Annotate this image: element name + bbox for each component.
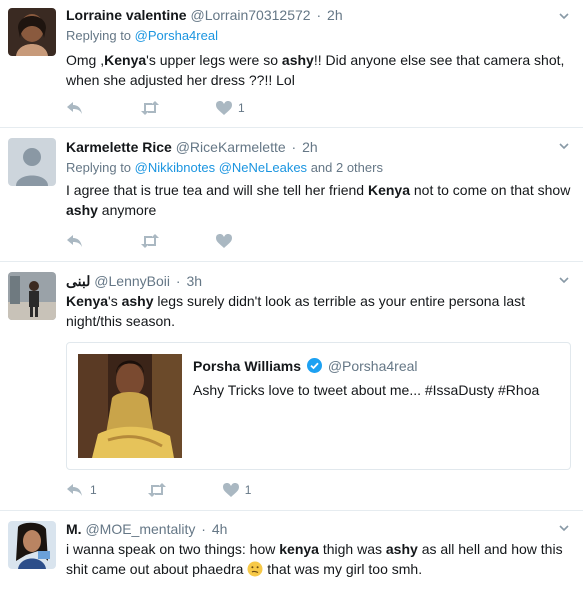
replying-to-handle-1[interactable]: @Nikkibnotes [135,160,215,175]
replying-to-handle-2[interactable]: @NeNeLeakes [219,160,307,175]
like-count: 1 [244,483,252,497]
tweet-header: لبنى @LennyBoii · 3h [66,272,571,290]
replying-to-others[interactable]: and 2 others [311,160,383,175]
tweet-text-before-emoji: shit came out about phaedra [66,561,244,577]
separator-dot: · [316,7,322,23]
avatar-moe-mentality[interactable] [8,521,56,569]
tweet-3[interactable]: لبنى @LennyBoii · 3h Kenya's ashy legs s… [0,262,583,511]
quoted-tweet-text: Ashy Tricks love to tweet about me... #I… [193,382,540,398]
text-segment: not to come on that show [409,182,571,198]
reply-icon [67,102,82,114]
timestamp[interactable]: 2h [327,7,343,23]
chevron-down-icon[interactable] [557,273,571,287]
quoted-tweet-image[interactable] [78,354,182,458]
heart-icon [216,101,232,115]
highlighted-keyword: Kenya [66,293,109,309]
text-segment: anymore [97,202,157,218]
replying-to: Replying to @Porsha4real [66,28,571,44]
retweet-action[interactable] [140,234,166,248]
replying-to-label: Replying to [66,28,132,43]
tweet-header: Lorraine valentine @Lorrain70312572 · 2h [66,6,571,24]
chevron-down-icon[interactable] [557,9,571,23]
like-action[interactable]: 1 [216,101,245,115]
like-action[interactable]: 1 [222,483,252,497]
replying-to-label: Replying to [66,160,132,175]
display-name[interactable]: لبنى [66,273,90,289]
text-segment: as all hell and how this [417,541,563,557]
retweet-icon [141,234,159,248]
highlighted-keyword: ashy [121,293,154,309]
display-name[interactable]: Karmelette Rice [66,139,172,155]
separator-dot: · [201,521,206,537]
tweet-text-line-1: i wanna speak on two things: how kenya t… [66,539,571,559]
display-name[interactable]: M. [66,521,82,537]
quoted-tweet-body: Porsha Williams @Porsha4real Ashy Tricks… [193,357,539,399]
verified-badge-icon [306,358,322,373]
reply-action[interactable] [66,101,90,115]
timestamp[interactable]: 4h [212,521,228,537]
highlighted-keyword: ashy [281,52,314,68]
tweet-1[interactable]: Lorraine valentine @Lorrain70312572 · 2h… [0,0,583,128]
text-segment: Omg , [66,52,105,68]
retweet-action[interactable] [147,483,173,497]
separator-dot: · [175,273,181,289]
highlighted-keyword: Kenya [367,182,410,198]
quoted-user-handle[interactable]: @Porsha4real [328,358,418,374]
heart-icon [216,234,232,248]
tweet-text-after-emoji: that was my girl too smh. [267,561,423,577]
avatar-lennyboii[interactable] [8,272,56,320]
user-handle[interactable]: @RiceKarmelette [176,139,286,155]
reply-icon [67,484,82,496]
tweet-text: i wanna speak on two things: how kenya t… [66,539,571,579]
confused-face-emoji [247,561,263,577]
retweet-icon [147,483,166,497]
text-segment: thigh was [318,541,386,557]
tweet-actions [66,232,288,250]
avatar-lorraine[interactable] [8,8,56,56]
tweet-header: M. @MOE_mentality · 4h [66,520,571,538]
tweet-text-line-2: shit came out about phaedra that was my … [66,559,571,579]
highlighted-keyword: kenya [279,541,319,557]
highlighted-keyword: ashy [385,541,418,557]
reply-icon [67,235,82,247]
quoted-display-name[interactable]: Porsha Williams [193,358,301,374]
separator-dot: · [291,139,297,155]
tweet-2[interactable]: Karmelette Rice @RiceKarmelette · 2h Rep… [0,128,583,262]
like-count: 1 [238,101,245,115]
replying-to-handle[interactable]: @Porsha4real [135,28,218,43]
chevron-down-icon[interactable] [557,521,571,535]
reply-action[interactable] [66,234,90,248]
reply-count: 1 [90,483,97,497]
tweet-text: Kenya's ashy legs surely didn't look as … [66,291,571,331]
tweet-actions: 1 [66,99,295,117]
chevron-down-icon[interactable] [557,139,571,153]
tweet-4[interactable]: M. @MOE_mentality · 4h i wanna speak on … [0,511,583,593]
tweet-header: Karmelette Rice @RiceKarmelette · 2h [66,138,571,156]
tweet-feed: Lorraine valentine @Lorrain70312572 · 2h… [0,0,583,593]
text-segment: I agree that is true tea and will she te… [66,182,368,198]
text-segment: i wanna speak on two things: how [66,541,280,557]
tweet-text: Omg ,Kenya's upper legs were so ashy!! D… [66,50,571,90]
text-segment: 's [108,293,122,309]
timestamp[interactable]: 3h [186,273,202,289]
user-handle[interactable]: @Lorrain70312572 [190,7,310,23]
retweet-icon [141,101,159,115]
user-handle[interactable]: @LennyBoii [94,273,170,289]
reply-action[interactable]: 1 [66,483,97,497]
heart-icon [222,483,239,497]
like-action[interactable] [216,234,238,248]
replying-to: Replying to @Nikkibnotes @NeNeLeakes and… [66,160,571,176]
text-segment: 's upper legs were so [146,52,282,68]
highlighted-keyword: Kenya [104,52,147,68]
retweet-action[interactable] [140,101,166,115]
timestamp[interactable]: 2h [302,139,318,155]
highlighted-keyword: ashy [66,202,98,218]
quoted-tweet-header: Porsha Williams @Porsha4real [193,357,539,375]
user-handle[interactable]: @MOE_mentality [85,521,195,537]
display-name[interactable]: Lorraine valentine [66,7,187,23]
quoted-tweet[interactable]: Porsha Williams @Porsha4real Ashy Tricks… [66,342,571,470]
tweet-actions: 1 1 [66,481,301,499]
avatar-karmelette-default[interactable] [8,138,56,186]
tweet-text: I agree that is true tea and will she te… [66,180,571,220]
